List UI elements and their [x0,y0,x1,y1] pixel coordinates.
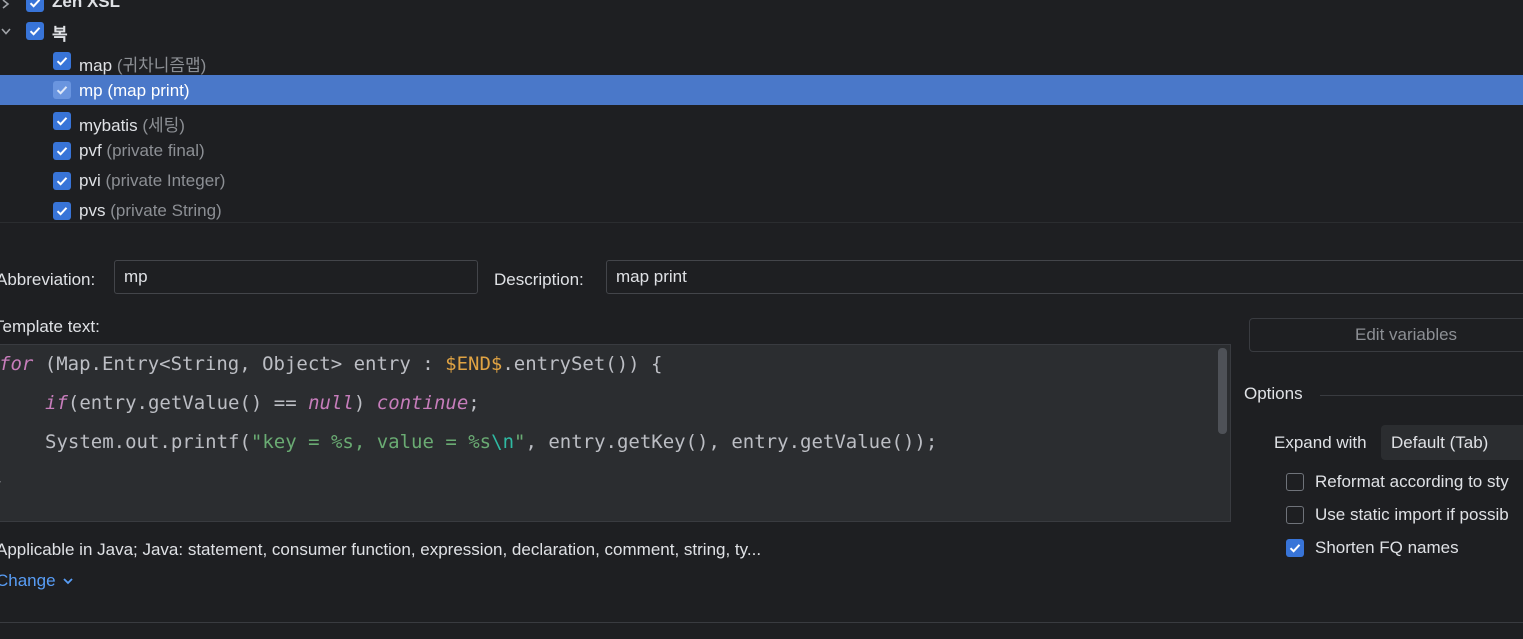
tree-item-label: pvf (private final) [79,141,205,160]
shorten-fq-label: Shorten FQ names [1315,538,1459,557]
expand-with-label: Expand with [1274,433,1367,452]
code-line: System.out.printf("key = %s, value = %s\… [45,431,938,453]
reformat-label: Reformat according to sty [1315,472,1509,491]
editor-scrollbar[interactable] [1218,348,1227,434]
tree-item-label: mybatis (세팅) [79,116,185,135]
tree-item-pvf[interactable]: pvf (private final) [0,136,1523,166]
static-import-checkbox[interactable] [1286,506,1304,524]
checkbox-icon[interactable] [53,81,71,99]
template-text-editor[interactable]: for (Map.Entry<String, Object> entry : $… [0,344,1231,522]
tree-group-bok[interactable]: 복 [0,16,1523,46]
checkbox-icon[interactable] [53,172,71,190]
edit-variables-button[interactable]: Edit variables [1249,318,1523,352]
tree-item-label: pvs (private String) [79,201,222,220]
chevron-down-icon [62,578,73,585]
tree-group-label: 복 [52,25,68,44]
checkmark-icon [1289,544,1301,553]
tree-item-label: map (귀차니즘맵) [79,56,207,75]
tree-item-mybatis[interactable]: mybatis (세팅) [0,106,1523,136]
applicable-contexts-text: Applicable in Java; Java: statement, con… [0,540,762,559]
checkbox-icon[interactable] [53,52,71,70]
divider [1320,395,1523,396]
options-title: Options [1244,384,1303,403]
chevron-right-icon[interactable] [0,0,12,10]
tree-group-label: Zen XSL [52,0,121,11]
description-label: Description: [494,270,584,289]
checkbox-icon[interactable] [53,112,71,130]
checkbox-icon[interactable] [26,22,44,40]
tree-item-mp[interactable]: mp (map print) [0,75,1523,105]
expand-with-select[interactable]: Default (Tab) [1381,425,1523,460]
chevron-down-icon[interactable] [0,25,12,37]
tree-item-label: pvi (private Integer) [79,171,226,190]
tree-item-map[interactable]: map (귀차니즘맵) [0,46,1523,76]
change-link-label: Change [0,571,56,590]
shorten-fq-checkbox[interactable] [1286,539,1304,557]
divider [0,622,1523,623]
checkbox-icon[interactable] [53,142,71,160]
checkbox-icon[interactable] [53,202,71,220]
abbreviation-input[interactable]: mp [114,260,478,294]
checkbox-icon[interactable] [26,0,44,12]
divider [0,222,1523,223]
description-input[interactable]: map print [606,260,1523,294]
static-import-label: Use static import if possib [1315,505,1509,524]
template-text-label: Template text: [0,317,100,336]
abbreviation-label: Abbreviation: [0,270,96,289]
change-context-link[interactable]: Change [0,571,74,591]
tree-item-pvi[interactable]: pvi (private Integer) [0,166,1523,196]
reformat-checkbox[interactable] [1286,473,1304,491]
code-line: for (Map.Entry<String, Object> entry : $… [0,353,663,375]
tree-item-pvs[interactable]: pvs (private String) [0,196,1523,222]
template-tree: Zen XSL 복 map (귀차니즘맵) mp (map print) myb… [0,0,1523,222]
tree-item-label: mp (map print) [79,81,190,100]
code-line: if(entry.getValue() == null) continue; [45,392,480,414]
code-line: } [0,470,2,492]
